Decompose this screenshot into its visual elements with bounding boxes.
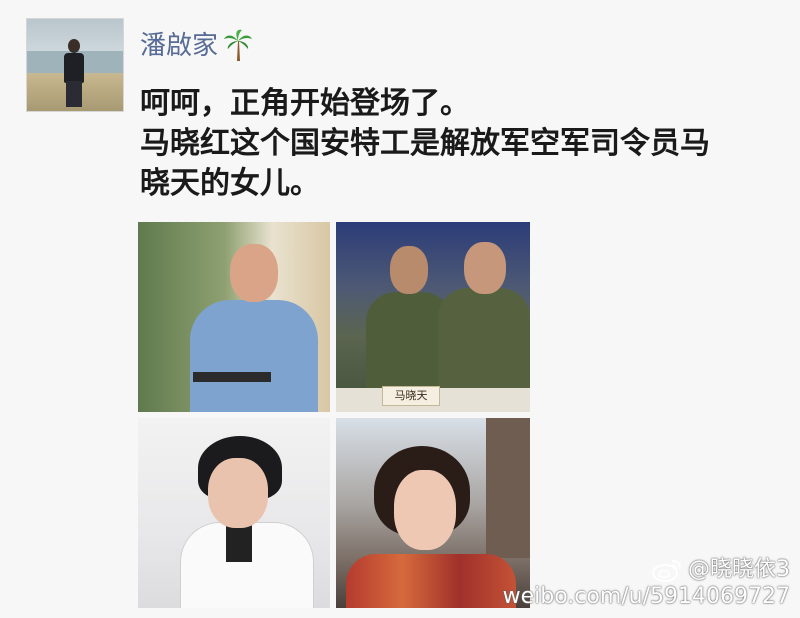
weibo-watermark: @晓晓依3 weibo.com/u/5914069727 bbox=[503, 556, 790, 610]
scarf-shape bbox=[346, 554, 516, 608]
post-line: 呵呵，正角开始登场了。 bbox=[140, 86, 470, 121]
collar-shape bbox=[226, 522, 252, 562]
officer-left-face bbox=[390, 246, 428, 294]
photo-woman-selfie[interactable] bbox=[336, 418, 530, 608]
face-shape bbox=[208, 458, 268, 528]
post-author[interactable]: 潘啟家 bbox=[140, 28, 253, 64]
officer-right-shape bbox=[438, 288, 530, 398]
watermark-handle: @晓晓依3 bbox=[688, 557, 790, 582]
avatar-person-legs bbox=[66, 81, 82, 107]
weibo-logo-icon bbox=[652, 560, 681, 582]
post-line: 晓天的女儿。 bbox=[140, 166, 320, 201]
uniform-shape bbox=[190, 300, 318, 412]
post-body: 呵呵，正角开始登场了。 马晓红这个国安特工是解放军空军司令员马 晓天的女儿。 bbox=[140, 84, 780, 204]
username-label[interactable]: 潘啟家 bbox=[140, 28, 218, 64]
building-shape bbox=[486, 418, 530, 558]
nameplate: 马晓天 bbox=[382, 386, 440, 406]
photo-military-meeting[interactable]: 马晓天 bbox=[336, 222, 530, 412]
officer-right-face bbox=[464, 242, 506, 294]
watermark-url: weibo.com/u/5914069727 bbox=[502, 584, 790, 609]
avatar[interactable] bbox=[26, 18, 124, 112]
photo-officer-portrait[interactable] bbox=[138, 222, 330, 412]
belt-shape bbox=[193, 372, 271, 382]
photo-grid: 马晓天 bbox=[138, 222, 530, 610]
palm-tree-icon bbox=[224, 29, 253, 61]
face-shape bbox=[230, 244, 278, 302]
post-line: 马晓红这个国安特工是解放军空军司令员马 bbox=[140, 126, 710, 161]
photo-woman-white-coat[interactable] bbox=[138, 418, 330, 608]
nameplate-text: 马晓天 bbox=[394, 389, 428, 402]
face-shape bbox=[394, 470, 456, 550]
avatar-person-torso bbox=[64, 53, 84, 83]
avatar-person-head bbox=[68, 39, 80, 53]
watermark-handle-row: @晓晓依3 bbox=[503, 556, 790, 584]
